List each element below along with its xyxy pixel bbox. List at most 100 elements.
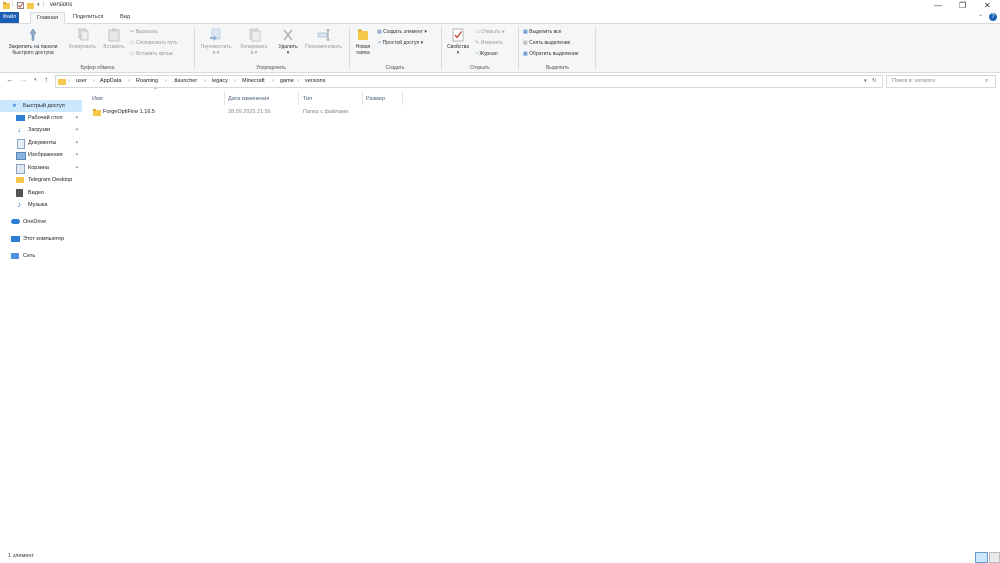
new-folder-icon <box>358 29 368 40</box>
file-name: ForgeOptiFine 1.16.5 <box>103 109 155 115</box>
select-none-label: Снять выделение <box>529 40 571 46</box>
easy-access-icon: ↗ <box>377 40 382 46</box>
item-count: 1 элемент <box>8 553 34 559</box>
breadcrumb-separator: › <box>204 78 206 84</box>
breadcrumb-appdata[interactable]: AppData <box>100 76 121 87</box>
address-row: ← → ▾ ↑ › user › AppData › Roaming › .tl… <box>0 73 1000 88</box>
easy-access-button[interactable]: ↗ Простой доступ ▾ <box>377 40 423 46</box>
move-to-icon <box>210 28 221 41</box>
rename-button[interactable]: Переименовать <box>301 28 346 50</box>
address-bar[interactable]: › user › AppData › Roaming › .tlauncher … <box>55 75 883 88</box>
tab-home[interactable]: Главная <box>30 12 65 24</box>
nav-item-quick-access[interactable]: ★ Быстрый доступ <box>0 100 82 112</box>
collapse-ribbon-icon[interactable]: ⌃ <box>978 14 983 21</box>
file-date: 28.09.2025 21:56 <box>228 109 271 115</box>
cut-button[interactable]: ✂ Вырезать <box>130 29 158 35</box>
search-icon[interactable]: ⌕ <box>985 76 988 87</box>
pin-label-line2: быстрого доступа <box>12 50 54 56</box>
nav-item-downloads[interactable]: ↓ Загрузки ✦ <box>0 124 82 136</box>
column-header-date[interactable]: Дата изменения <box>228 94 269 104</box>
properties-button[interactable]: Свойства ▾ <box>444 28 472 56</box>
pin-icon <box>29 28 37 42</box>
forward-arrow-icon[interactable]: → <box>20 75 28 84</box>
breadcrumb-versions[interactable]: versions <box>305 76 325 87</box>
column-separator[interactable] <box>362 91 363 105</box>
edit-button[interactable]: ✎ Изменить <box>475 40 503 46</box>
large-icons-view-icon[interactable] <box>989 552 1000 563</box>
nav-item-recycle-bin[interactable]: Корзина ✦ <box>0 162 82 174</box>
pin-icon[interactable]: ✦ <box>75 124 79 136</box>
tab-file[interactable]: Файл <box>0 12 19 23</box>
quick-access-dropdown-icon[interactable]: ▾ <box>37 2 40 8</box>
column-separator[interactable] <box>298 91 299 105</box>
column-header-type[interactable]: Тип <box>303 94 312 104</box>
breadcrumb-minecraft[interactable]: Minecraft <box>242 76 265 87</box>
breadcrumb-legacy[interactable]: legacy <box>212 76 228 87</box>
nav-item-video[interactable]: Видео <box>0 187 82 199</box>
breadcrumb-separator: › <box>93 78 95 84</box>
delete-button[interactable]: Удалить ▾ <box>275 28 301 56</box>
refresh-icon[interactable]: ↻ <box>872 76 877 87</box>
pin-icon[interactable]: ✦ <box>75 112 79 124</box>
nav-item-label: OneDrive <box>23 219 47 225</box>
breadcrumb-game[interactable]: game <box>280 76 294 87</box>
move-to-button[interactable]: Переместить в ▾ <box>198 28 234 56</box>
nav-item-desktop[interactable]: Рабочий стол ✦ <box>0 112 82 124</box>
pin-icon[interactable]: ✦ <box>75 162 79 174</box>
breadcrumb-user[interactable]: user <box>76 76 87 87</box>
new-folder-quick-icon[interactable] <box>27 2 34 9</box>
nav-item-documents[interactable]: Документы ✦ <box>0 137 82 149</box>
breadcrumb-roaming[interactable]: Roaming <box>136 76 158 87</box>
invert-selection-button[interactable]: ▦ Обратить выделение <box>523 51 579 57</box>
tab-view[interactable]: Вид <box>114 12 136 23</box>
new-folder-label-2: папка <box>356 50 370 56</box>
back-arrow-icon[interactable]: ← <box>6 75 14 84</box>
minimize-button[interactable]: — <box>934 1 942 10</box>
nav-item-label: Загрузки <box>28 127 51 133</box>
history-button[interactable]: ◔ Журнал <box>475 51 498 57</box>
copy-button[interactable]: Копировать <box>65 28 100 50</box>
nav-item-telegram[interactable]: Telegram Desktop <box>0 174 82 186</box>
column-separator[interactable] <box>402 91 403 105</box>
title-bar: | ▾ | versions — ❐ ✕ <box>0 0 1000 12</box>
paste-button[interactable]: Вставить <box>101 28 127 50</box>
select-none-button[interactable]: ▦ Снять выделение <box>523 40 570 46</box>
tab-share[interactable]: Поделиться <box>67 12 109 23</box>
breadcrumb-tlauncher[interactable]: .tlauncher <box>173 76 197 87</box>
nav-item-pictures[interactable]: Изображения ✦ <box>0 149 82 161</box>
new-folder-button[interactable]: Новая папка <box>352 28 374 56</box>
details-view-icon[interactable] <box>975 552 988 563</box>
properties-dropdown-arrow: ▾ <box>456 50 460 56</box>
nav-item-onedrive[interactable]: OneDrive <box>0 216 82 228</box>
help-icon[interactable]: ? <box>989 13 997 21</box>
column-separator[interactable] <box>224 91 225 105</box>
pin-icon[interactable]: ✦ <box>75 149 79 161</box>
paste-shortcut-button[interactable]: ▭ Вставить ярлык <box>130 51 173 57</box>
open-button[interactable]: ▭ Открыть ▾ <box>475 29 505 35</box>
address-dropdown-icon[interactable]: ▾ <box>864 76 867 87</box>
nav-item-label: Корзина <box>28 165 49 171</box>
pin-quick-access-button[interactable]: Закрепить на панели быстрого доступа <box>3 28 63 56</box>
file-row[interactable]: ForgeOptiFine 1.16.5 28.09.2025 21:56 Па… <box>88 107 368 118</box>
nav-item-label: Этот компьютер <box>23 236 65 242</box>
maximize-button[interactable]: ❐ <box>959 1 966 10</box>
recent-locations-icon[interactable]: ▾ <box>34 77 37 83</box>
select-all-button[interactable]: ▦ Выделить все <box>523 29 561 35</box>
nav-item-this-pc[interactable]: Этот компьютер <box>0 233 82 245</box>
invert-selection-label: Обратить выделение <box>529 51 579 57</box>
delete-dropdown-arrow: ▾ <box>286 50 290 56</box>
column-header-name[interactable]: Имя <box>92 94 103 104</box>
column-header-size[interactable]: Размер <box>366 94 385 104</box>
close-button[interactable]: ✕ <box>984 1 991 10</box>
search-box[interactable]: Поиск в: versions ⌕ <box>886 75 996 88</box>
download-icon: ↓ <box>17 125 21 134</box>
new-item-button[interactable]: ▦ Создать элемент ▾ <box>377 29 427 35</box>
copy-to-button[interactable]: Копировать в ▾ <box>236 28 272 56</box>
copy-path-button[interactable]: ▭ Скопировать путь <box>130 40 177 46</box>
nav-item-music[interactable]: ♪ Музыка <box>0 199 82 211</box>
nav-item-network[interactable]: Сеть <box>0 250 82 262</box>
up-arrow-icon[interactable]: ↑ <box>44 75 48 84</box>
properties-quick-icon[interactable] <box>17 2 24 9</box>
pin-icon[interactable]: ✦ <box>75 137 79 149</box>
invert-selection-icon: ▦ <box>523 51 528 57</box>
